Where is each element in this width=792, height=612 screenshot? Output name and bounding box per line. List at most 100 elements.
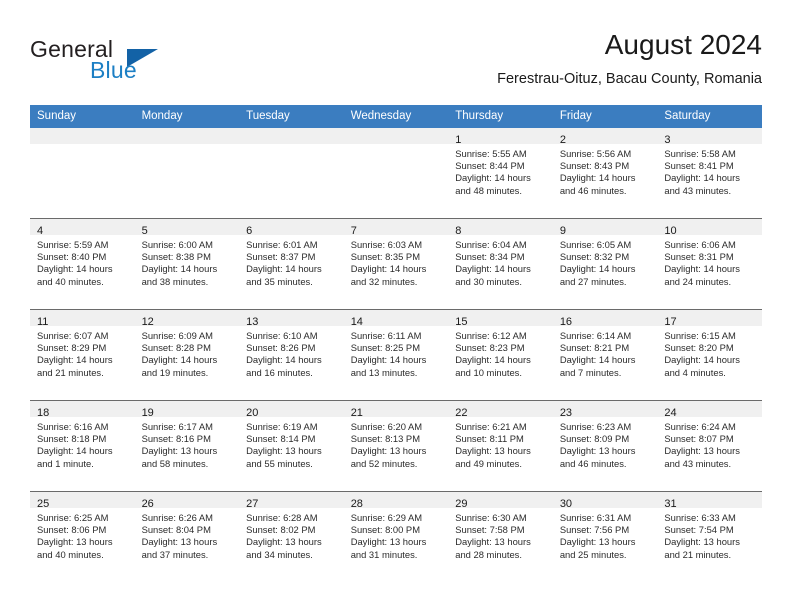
calendar-day-cell[interactable]: 31 Sunrise: 6:33 AM Sunset: 7:54 PM Dayligh… [657,491,762,582]
day-cell-inner: 8 Sunrise: 6:04 AM Sunset: 8:34 PM Daylight… [448,219,553,309]
sunset-text: Sunset: 8:26 PM [246,342,316,354]
daylight-text-line1: Daylight: 14 hours [664,172,740,184]
daylight-text-line1: Daylight: 13 hours [559,445,636,457]
sunset-text: Sunset: 8:37 PM [246,251,316,263]
day-details: Sunrise: 6:19 AM Sunset: 8:14 PM Daylight:… [239,417,344,470]
day-number-band: 29 [448,492,553,510]
daylight-text-line2: and 30 minutes. [455,275,522,287]
daylight-text-line2: and 40 minutes. [37,548,104,560]
daylight-text-line2: and 4 minutes. [664,366,726,378]
day-cell-inner: 19 Sunrise: 6:17 AM Sunset: 8:16 PM Dayligh… [134,401,240,491]
calendar-day-cell[interactable]: 21 Sunrise: 6:20 AM Sunset: 8:13 PM Dayligh… [343,400,449,492]
sunrise-text: Sunrise: 6:23 AM [559,421,632,432]
day-number: 9 [559,225,566,237]
day-cell-inner: 30 Sunrise: 6:31 AM Sunset: 7:56 PM Dayligh… [552,492,658,582]
day-details: Sunrise: 6:16 AM Sunset: 8:18 PM Daylight:… [30,417,135,470]
day-cell-inner [30,128,135,218]
day-details: Sunrise: 6:25 AM Sunset: 8:06 PM Daylight:… [30,508,135,561]
day-number: 28 [350,498,363,510]
calendar-day-cell[interactable]: 22 Sunrise: 6:21 AM Sunset: 8:11 PM Dayligh… [448,400,553,492]
sunset-text: Sunset: 8:34 PM [455,251,525,263]
calendar-day-cell[interactable]: 30 Sunrise: 6:31 AM Sunset: 7:56 PM Dayligh… [552,491,658,582]
calendar-day-cell[interactable]: 26 Sunrise: 6:26 AM Sunset: 8:04 PM Dayligh… [134,491,240,582]
day-cell-inner: 16 Sunrise: 6:14 AM Sunset: 8:21 PM Dayligh… [552,310,658,400]
calendar-day-cell[interactable]: 15 Sunrise: 6:12 AM Sunset: 8:23 PM Dayligh… [448,309,553,401]
day-details: Sunrise: 6:24 AM Sunset: 8:07 PM Daylight:… [657,417,762,470]
calendar-day-cell[interactable]: 2 Sunrise: 5:56 AM Sunset: 8:43 PM Daylight… [552,128,658,219]
sunset-text: Sunset: 8:28 PM [141,342,211,354]
day-number-band: 13 [239,310,344,328]
calendar-day-cell[interactable]: 16 Sunrise: 6:14 AM Sunset: 8:21 PM Dayligh… [552,309,658,401]
sunrise-text: Sunrise: 6:10 AM [246,330,318,341]
calendar-day-cell[interactable]: 4 Sunrise: 5:59 AM Sunset: 8:40 PM Daylight… [30,218,135,310]
sunset-text: Sunset: 8:29 PM [37,342,107,354]
calendar-day-cell[interactable]: 19 Sunrise: 6:17 AM Sunset: 8:16 PM Dayligh… [134,400,240,492]
day-number-band [30,128,135,144]
sunrise-text: Sunrise: 6:26 AM [141,512,213,523]
sunset-text: Sunset: 8:35 PM [350,251,420,263]
calendar-day-cell[interactable]: 14 Sunrise: 6:11 AM Sunset: 8:25 PM Dayligh… [343,309,449,401]
sunset-text: Sunset: 8:25 PM [350,342,420,354]
sunset-text: Sunset: 8:20 PM [664,342,734,354]
daylight-text-line1: Daylight: 13 hours [246,445,322,457]
sunrise-text: Sunrise: 6:01 AM [246,239,318,250]
day-cell-inner: 20 Sunrise: 6:19 AM Sunset: 8:14 PM Dayligh… [239,401,344,491]
day-number-band: 4 [30,219,135,237]
calendar-body: 1 Sunrise: 5:55 AM Sunset: 8:44 PM Daylight… [30,128,762,582]
day-number: 5 [141,225,148,237]
calendar-day-cell[interactable]: 13 Sunrise: 6:10 AM Sunset: 8:26 PM Dayligh… [239,309,344,401]
daylight-text-line2: and 21 minutes. [664,548,732,560]
day-details: Sunrise: 6:23 AM Sunset: 8:09 PM Daylight:… [553,417,658,470]
daylight-text-line1: Daylight: 13 hours [455,445,531,457]
calendar-day-cell[interactable]: 12 Sunrise: 6:09 AM Sunset: 8:28 PM Dayligh… [134,309,240,401]
calendar-day-cell[interactable]: 3 Sunrise: 5:58 AM Sunset: 8:41 PM Daylight… [657,128,762,219]
day-number-band: 23 [552,401,658,419]
calendar-day-cell[interactable]: 23 Sunrise: 6:23 AM Sunset: 8:09 PM Dayligh… [552,400,658,492]
calendar-day-cell[interactable]: 20 Sunrise: 6:19 AM Sunset: 8:14 PM Dayligh… [239,400,344,492]
calendar-day-cell-empty [134,128,240,219]
daylight-text-line1: Daylight: 14 hours [455,354,531,366]
sunset-text: Sunset: 8:31 PM [664,251,734,263]
day-details: Sunrise: 6:15 AM Sunset: 8:20 PM Daylight:… [657,326,762,379]
calendar-day-cell[interactable]: 9 Sunrise: 6:05 AM Sunset: 8:32 PM Daylight… [552,218,658,310]
day-cell-inner: 27 Sunrise: 6:28 AM Sunset: 8:02 PM Dayligh… [239,492,344,582]
daylight-text-line1: Daylight: 13 hours [350,445,427,457]
weekday-header-wednesday: Wednesday [343,105,449,128]
calendar-day-cell[interactable]: 1 Sunrise: 5:55 AM Sunset: 8:44 PM Daylight… [448,128,553,219]
day-cell-inner: 21 Sunrise: 6:20 AM Sunset: 8:13 PM Dayligh… [343,401,449,491]
day-details: Sunrise: 6:21 AM Sunset: 8:11 PM Daylight:… [448,417,553,470]
sunrise-text: Sunrise: 6:17 AM [141,421,213,432]
calendar-day-cell[interactable]: 8 Sunrise: 6:04 AM Sunset: 8:34 PM Daylight… [448,218,553,310]
day-number: 1 [455,134,462,146]
daylight-text-line2: and 38 minutes. [141,275,209,287]
calendar-day-cell[interactable]: 18 Sunrise: 6:16 AM Sunset: 8:18 PM Dayligh… [30,400,135,492]
calendar-day-cell[interactable]: 27 Sunrise: 6:28 AM Sunset: 8:02 PM Dayligh… [239,491,344,582]
day-cell-inner: 1 Sunrise: 5:55 AM Sunset: 8:44 PM Daylight… [448,128,553,218]
calendar-day-cell[interactable]: 5 Sunrise: 6:00 AM Sunset: 8:38 PM Daylight… [134,218,240,310]
calendar-day-cell[interactable]: 6 Sunrise: 6:01 AM Sunset: 8:37 PM Daylight… [239,218,344,310]
calendar-day-cell[interactable]: 17 Sunrise: 6:15 AM Sunset: 8:20 PM Dayligh… [657,309,762,401]
day-number-band: 2 [552,128,658,146]
calendar-day-cell[interactable]: 28 Sunrise: 6:29 AM Sunset: 8:00 PM Dayligh… [343,491,449,582]
day-details: Sunrise: 5:56 AM Sunset: 8:43 PM Daylight:… [553,144,658,197]
day-cell-inner: 29 Sunrise: 6:30 AM Sunset: 7:58 PM Dayligh… [448,492,553,582]
calendar-day-cell-empty [239,128,344,219]
calendar-day-cell[interactable]: 11 Sunrise: 6:07 AM Sunset: 8:29 PM Dayligh… [30,309,135,401]
calendar-day-cell[interactable]: 10 Sunrise: 6:06 AM Sunset: 8:31 PM Dayligh… [657,218,762,310]
daylight-text-line1: Daylight: 13 hours [37,536,113,548]
calendar-day-cell[interactable]: 25 Sunrise: 6:25 AM Sunset: 8:06 PM Dayligh… [30,491,135,582]
calendar-day-cell[interactable]: 29 Sunrise: 6:30 AM Sunset: 7:58 PM Dayligh… [448,491,553,582]
calendar-day-cell[interactable]: 24 Sunrise: 6:24 AM Sunset: 8:07 PM Dayligh… [657,400,762,492]
calendar-day-cell[interactable]: 7 Sunrise: 6:03 AM Sunset: 8:35 PM Daylight… [343,218,449,310]
daylight-text-line1: Daylight: 14 hours [37,263,113,275]
sunrise-text: Sunrise: 6:28 AM [246,512,318,523]
daylight-text-line1: Daylight: 13 hours [664,445,740,457]
calendar-day-cell-empty [30,128,135,219]
day-number-band: 5 [134,219,240,237]
day-details: Sunrise: 6:17 AM Sunset: 8:16 PM Daylight:… [135,417,240,470]
day-cell-inner: 12 Sunrise: 6:09 AM Sunset: 8:28 PM Dayligh… [134,310,240,400]
brand-logo[interactable]: General Blue [30,36,230,96]
calendar-header-row: Sunday Monday Tuesday Wednesday Thursday… [30,105,762,128]
day-cell-inner [239,128,344,218]
day-number: 17 [664,316,677,328]
